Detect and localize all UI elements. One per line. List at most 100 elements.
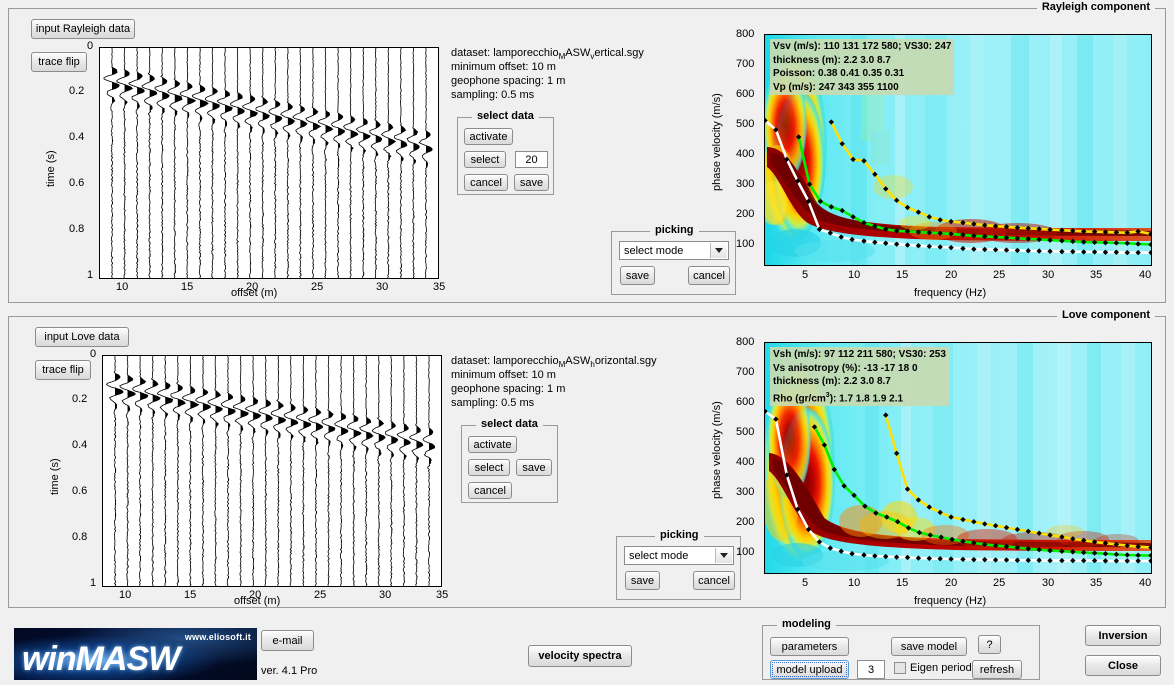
love-select-button[interactable]: select: [468, 459, 510, 476]
love-spec-ytick-500: 500: [736, 426, 755, 438]
love-activate-button[interactable]: activate: [468, 436, 517, 453]
rayleigh-thickness-line: thickness (m): 2.2 3.0 8.7: [773, 54, 951, 68]
rayleigh-vsv-line: Vsv (m/s): 110 131 172 580; VS30: 247: [773, 40, 951, 54]
rayleigh-picking-mode-dropdown[interactable]: select mode: [619, 241, 729, 260]
rayleigh-spec-xtick-30: 30: [1042, 269, 1055, 281]
rayleigh-thickness-values: 2.2 3.0 8.7: [843, 54, 891, 66]
rayleigh-picking-save-button[interactable]: save: [620, 266, 655, 285]
rayleigh-vsv-label: Vsv (m/s):: [773, 41, 821, 52]
rayleigh-ytick-1: 0.2: [69, 85, 85, 97]
love-ytick-0: 0: [90, 348, 97, 360]
winmasw-application-window: Rayleigh component input Rayleigh data t…: [0, 0, 1174, 685]
rayleigh-save-button[interactable]: save: [514, 174, 549, 191]
rayleigh-cancel-button[interactable]: cancel: [464, 174, 508, 191]
close-button[interactable]: Close: [1085, 655, 1161, 676]
rayleigh-seismogram-axes[interactable]: [99, 47, 439, 279]
love-picking-save-button[interactable]: save: [625, 571, 660, 590]
rayleigh-seismogram-traces: [103, 47, 433, 279]
logo-product-name: winMASW: [22, 640, 180, 678]
chevron-down-icon[interactable]: [710, 243, 727, 258]
love-seismogram-axes[interactable]: [102, 355, 442, 587]
rayleigh-poisson-values: 0.38 0.41 0.35 0.31: [818, 68, 905, 79]
rayleigh-spectrum-image[interactable]: Vsv (m/s): 110 131 172 580; VS30: 247 th…: [764, 34, 1152, 266]
love-dataset-prefix: dataset: lamporecchio: [451, 355, 559, 367]
parameters-button[interactable]: parameters: [770, 637, 849, 656]
rayleigh-poisson-line: Poisson: 0.38 0.41 0.35 0.31: [773, 67, 951, 81]
rayleigh-activate-button[interactable]: activate: [464, 128, 513, 145]
input-rayleigh-data-button[interactable]: input Rayleigh data: [31, 19, 135, 39]
rayleigh-geophone-spacing-label: geophone spacing: 1 m: [451, 75, 566, 87]
love-spectrum-xlabel: frequency (Hz): [914, 595, 987, 607]
rayleigh-vp-line: Vp (m/s): 247 343 355 1100: [773, 81, 951, 95]
love-dataset-mid: ASW: [565, 355, 591, 367]
love-thickness-line: thickness (m): 2.2 3.0 8.7: [773, 375, 946, 389]
love-spec-ytick-600: 600: [736, 396, 755, 408]
eigen-period-checkbox[interactable]: Eigen period: [894, 662, 972, 674]
model-number-input[interactable]: 3: [857, 660, 885, 679]
love-panel-title: Love component: [1056, 309, 1155, 321]
love-model-infobox: Vsh (m/s): 97 112 211 580; VS30: 253 Vs …: [770, 347, 949, 407]
rayleigh-ytick-0: 0: [87, 40, 94, 52]
love-spec-xtick-5: 5: [802, 577, 809, 589]
rayleigh-ytick-5: 1: [87, 269, 94, 281]
love-picking-group: picking select mode save cancel: [616, 529, 741, 600]
love-spec-xtick-40: 40: [1139, 577, 1152, 589]
rayleigh-spec-ytick-400: 400: [736, 148, 755, 160]
velocity-spectra-button[interactable]: velocity spectra: [528, 645, 632, 667]
rayleigh-xtick-2: 20: [246, 281, 259, 293]
love-xtick-3: 25: [314, 589, 327, 601]
rayleigh-dataset-suffix: ertical.sgy: [594, 47, 644, 59]
rayleigh-trace-flip-button[interactable]: trace flip: [31, 52, 87, 72]
love-rho-line: Rho (gr/cm3): 1.7 1.8 1.9 2.1: [773, 389, 946, 406]
love-save-button[interactable]: save: [516, 459, 552, 476]
rayleigh-select-count-input[interactable]: 20: [515, 151, 548, 168]
rayleigh-select-button[interactable]: select: [464, 151, 506, 168]
love-spec-ytick-700: 700: [736, 366, 755, 378]
rayleigh-vp-label: Vp (m/s):: [773, 81, 816, 93]
refresh-button[interactable]: refresh: [972, 660, 1022, 679]
rayleigh-select-data-title: select data: [472, 110, 539, 122]
rayleigh-dataset-prefix: dataset: lamporecchio: [451, 47, 559, 59]
chevron-down-icon[interactable]: [715, 548, 732, 563]
checkbox-box-icon[interactable]: [894, 662, 906, 674]
help-button[interactable]: ?: [978, 635, 1001, 654]
love-spectrum-ylabel: phase velocity (m/s): [711, 401, 723, 499]
email-button[interactable]: e-mail: [261, 630, 314, 651]
rayleigh-spectrum-xlabel: frequency (Hz): [914, 287, 987, 299]
rayleigh-spec-xtick-10: 10: [848, 269, 861, 281]
rayleigh-spectrum-ylabel: phase velocity (m/s): [711, 93, 723, 191]
rayleigh-poisson-label: Poisson:: [773, 68, 816, 79]
love-dataset-suffix: orizontal.sgy: [594, 355, 657, 367]
love-cancel-button[interactable]: cancel: [468, 482, 512, 499]
rayleigh-spec-xtick-40: 40: [1139, 269, 1152, 281]
love-spec-ytick-100: 100: [736, 546, 755, 558]
love-xtick-2: 20: [249, 589, 262, 601]
love-anisotropy-line: Vs anisotropy (%): -13 -17 18 0: [773, 362, 946, 376]
love-spec-xtick-35: 35: [1090, 577, 1103, 589]
rayleigh-spec-ytick-500: 500: [736, 118, 755, 130]
rayleigh-ytick-4: 0.8: [69, 223, 85, 235]
love-rho-values: ): 1.7 1.8 1.9 2.1: [829, 392, 904, 404]
inversion-button[interactable]: Inversion: [1085, 625, 1161, 646]
love-spec-ytick-800: 800: [736, 336, 755, 348]
love-xtick-0: 10: [119, 589, 132, 601]
rayleigh-minimum-offset-label: minimum offset: 10 m: [451, 61, 556, 73]
love-picking-mode-dropdown[interactable]: select mode: [624, 546, 734, 565]
love-spec-xtick-25: 25: [993, 577, 1006, 589]
love-ytick-3: 0.6: [72, 485, 88, 497]
rayleigh-picking-cancel-button[interactable]: cancel: [688, 266, 730, 285]
love-picking-cancel-button[interactable]: cancel: [693, 571, 735, 590]
love-xtick-5: 35: [436, 589, 449, 601]
love-spectrum-image[interactable]: Vsh (m/s): 97 112 211 580; VS30: 253 Vs …: [764, 342, 1152, 574]
rayleigh-model-infobox: Vsv (m/s): 110 131 172 580; VS30: 247 th…: [770, 39, 955, 95]
save-model-button[interactable]: save model: [891, 637, 967, 656]
love-thickness-values: 2.2 3.0 8.7: [843, 376, 891, 387]
love-trace-flip-button[interactable]: trace flip: [35, 360, 91, 380]
love-thickness-label: thickness (m):: [773, 376, 841, 387]
love-spec-xtick-30: 30: [1042, 577, 1055, 589]
model-upload-button[interactable]: model upload: [770, 660, 849, 679]
input-love-data-button[interactable]: input Love data: [35, 327, 129, 347]
love-select-data-title: select data: [476, 418, 543, 430]
logo-website-url: www.eliosoft.it: [184, 632, 251, 642]
rayleigh-sampling-label: sampling: 0.5 ms: [451, 89, 535, 101]
